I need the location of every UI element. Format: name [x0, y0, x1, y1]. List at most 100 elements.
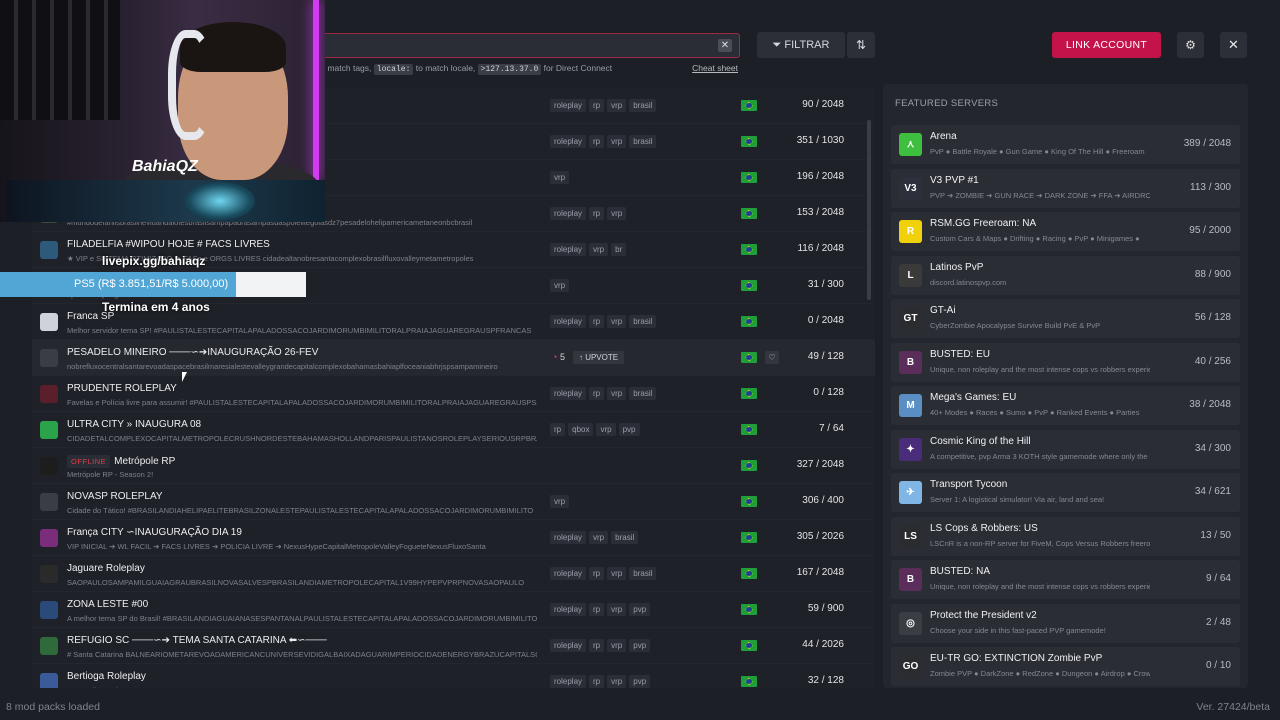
server-tag[interactable]: roleplay: [550, 135, 587, 148]
server-tag[interactable]: rp: [589, 603, 605, 616]
sort-button[interactable]: ⇅: [847, 32, 875, 58]
brazil-flag-icon: [741, 100, 757, 111]
featured-server-name: Arena: [930, 131, 957, 142]
server-icon: [40, 637, 58, 655]
featured-server-card[interactable]: LS LS Cops & Robbers: US LSCnR is a non-RP…: [891, 516, 1240, 556]
server-tag[interactable]: vrp: [596, 423, 616, 436]
brazil-flag-icon: [741, 352, 757, 363]
featured-server-card[interactable]: B BUSTED: EU Unique, non roleplay and the …: [891, 342, 1240, 382]
server-row[interactable]: França CITY ∽INAUGURAÇÃO DIA 19 VIP INICI…: [32, 520, 875, 556]
close-button[interactable]: ✕: [1220, 32, 1247, 58]
server-tag[interactable]: roleplay: [550, 639, 587, 652]
featured-player-count: 88 / 900: [1194, 268, 1231, 280]
server-tag[interactable]: rp: [589, 567, 605, 580]
filter-button[interactable]: ⏷ FILTRAR: [757, 32, 845, 58]
clear-search-button[interactable]: ✕: [718, 39, 732, 52]
featured-server-card[interactable]: M Mega's Games: EU 40+ Modes ● Races ● Sum…: [891, 386, 1240, 425]
server-tag[interactable]: vrp: [550, 279, 570, 292]
server-tag[interactable]: roleplay: [550, 243, 587, 256]
featured-server-card[interactable]: V3 V3 PVP #1 PVP ➔ ZOMBIE ➔ GUN RACE ➔ DAR…: [891, 168, 1240, 208]
server-tag[interactable]: vrp: [607, 567, 627, 580]
server-tag[interactable]: vrp: [607, 99, 627, 112]
server-tag[interactable]: rp: [589, 315, 605, 328]
filter-icon: ⏷: [772, 39, 785, 51]
server-row[interactable]: REFUGIO SC ───∽➔ TEMA SANTA CATARINA ⬅∽─…: [32, 628, 875, 664]
settings-button[interactable]: ⚙: [1177, 32, 1204, 58]
server-tag[interactable]: vrp: [607, 675, 627, 688]
hint-locale-tag: locale:: [373, 64, 414, 75]
featured-server-card[interactable]: ⋏ Arena PvP ● Battle Royale ● Gun Game ● K…: [891, 125, 1240, 164]
cheat-sheet-link[interactable]: Cheat sheet: [692, 63, 738, 73]
server-tag[interactable]: vrp: [607, 639, 627, 652]
favorite-heart-icon[interactable]: ♡: [765, 351, 779, 364]
upvote-button[interactable]: ↑ UPVOTE: [572, 351, 625, 364]
brazil-flag-icon: [741, 388, 757, 399]
server-tag[interactable]: vrp: [550, 495, 570, 508]
server-tag[interactable]: brasil: [629, 99, 657, 112]
featured-server-card[interactable]: GT GT-Ai CyberZombie Apocalypse Survive Bu…: [891, 299, 1240, 338]
link-account-button[interactable]: LINK ACCOUNT: [1052, 32, 1161, 58]
server-tag[interactable]: br: [611, 243, 627, 256]
server-row[interactable]: NOVASP ROLEPLAY Cidade do Tático! #BRASIL…: [32, 484, 875, 520]
server-row[interactable]: PRUDENTE ROLEPLAY Favelas e Polícia livre…: [32, 376, 875, 412]
server-tag[interactable]: roleplay: [550, 675, 587, 688]
server-tag[interactable]: rp: [589, 639, 605, 652]
server-tag[interactable]: pvp: [629, 639, 651, 652]
featured-server-card[interactable]: B BUSTED: NA Unique, non roleplay and the …: [891, 560, 1240, 599]
server-tag[interactable]: roleplay: [550, 603, 587, 616]
server-tag[interactable]: brasil: [611, 531, 639, 544]
server-tag[interactable]: vrp: [589, 243, 609, 256]
server-row[interactable]: ZONA LESTE #00 A melhor tema SP do Brasil…: [32, 592, 875, 628]
server-tag[interactable]: vrp: [607, 387, 627, 400]
server-tag[interactable]: vrp: [607, 135, 627, 148]
server-tag[interactable]: roleplay: [550, 567, 587, 580]
server-tag[interactable]: roleplay: [550, 531, 587, 544]
server-row[interactable]: Jaguare Roleplay SAOPAULOSAMPAMILGUAIAGRA…: [32, 556, 875, 592]
featured-server-description: PVP ➔ ZOMBIE ➔ GUN RACE ➔ DARK ZONE ➔ FF…: [930, 190, 1150, 200]
player-count: 90 / 2048: [802, 99, 844, 110]
server-tag[interactable]: brasil: [629, 387, 657, 400]
server-row[interactable]: OFFLINE Metrópole RP Metrópole RP - Season…: [32, 448, 875, 484]
server-tag[interactable]: brasil: [629, 315, 657, 328]
version-label: Ver. 27424/beta: [1196, 701, 1270, 713]
server-tag[interactable]: rp: [589, 387, 605, 400]
server-tag[interactable]: roleplay: [550, 315, 587, 328]
server-tag[interactable]: rp: [589, 99, 605, 112]
server-tag[interactable]: vrp: [550, 171, 570, 184]
server-row[interactable]: ULTRA CITY » INAUGURA 08 CIDADETALCOMPLEX…: [32, 412, 875, 448]
server-tag[interactable]: rp: [589, 675, 605, 688]
server-tag[interactable]: vrp: [607, 207, 627, 220]
server-tag[interactable]: qbox: [568, 423, 594, 436]
server-tag[interactable]: roleplay: [550, 99, 587, 112]
server-tag[interactable]: pvp: [618, 423, 640, 436]
featured-server-card[interactable]: ◎ Protect the President v2 Choose your sid…: [891, 603, 1240, 643]
server-description: A melhor tema SP do Brasil! #BRASILANDIA…: [67, 614, 537, 623]
featured-server-card[interactable]: ✦ Cosmic King of the Hill A competitive, p…: [891, 429, 1240, 469]
server-tag[interactable]: rp: [589, 135, 605, 148]
server-description: Cidade do Tático! #BRASILANDIAHELIPAELIT…: [67, 506, 534, 515]
featured-player-count: 13 / 50: [1200, 529, 1231, 541]
server-tag[interactable]: roleplay: [550, 387, 587, 400]
server-tag[interactable]: vrp: [589, 531, 609, 544]
goal-ends-text: Termina em 4 anos: [102, 300, 210, 314]
server-tags: roleplay rp vrp brasil: [550, 387, 659, 400]
featured-server-card[interactable]: L Latinos PvP discord.latinospvp.com 88 / 9…: [891, 255, 1240, 295]
server-tag[interactable]: brasil: [629, 135, 657, 148]
server-icon: [40, 601, 58, 619]
server-tag[interactable]: pvp: [629, 675, 651, 688]
server-tag[interactable]: roleplay: [550, 207, 587, 220]
server-tag[interactable]: pvp: [629, 603, 651, 616]
featured-server-card[interactable]: ✈ Transport Tycoon Server 1: A logistical …: [891, 473, 1240, 512]
featured-servers-panel: FEATURED SERVERS ⋏ Arena PvP ● Battle Roya…: [883, 84, 1248, 688]
featured-server-card[interactable]: GO EU-TR GO: EXTINCTION Zombie PvP Zombie …: [891, 647, 1240, 686]
server-list-scrollbar[interactable]: [867, 120, 871, 300]
server-tag[interactable]: rp: [550, 423, 566, 436]
server-tag[interactable]: brasil: [629, 567, 657, 580]
server-tag[interactable]: vrp: [607, 603, 627, 616]
search-input[interactable]: ✕: [300, 33, 740, 58]
server-row[interactable]: PESADELO MINEIRO ───∽➔INAUGURAÇÃO 26-FEV…: [32, 340, 875, 376]
server-tag[interactable]: rp: [589, 207, 605, 220]
server-row[interactable]: Bertioga Roleplay Tema São Paulo #BRASILA…: [32, 664, 875, 688]
featured-server-card[interactable]: R RSM.GG Freeroam: NA Custom Cars & Maps ●…: [891, 212, 1240, 251]
server-tag[interactable]: vrp: [607, 315, 627, 328]
